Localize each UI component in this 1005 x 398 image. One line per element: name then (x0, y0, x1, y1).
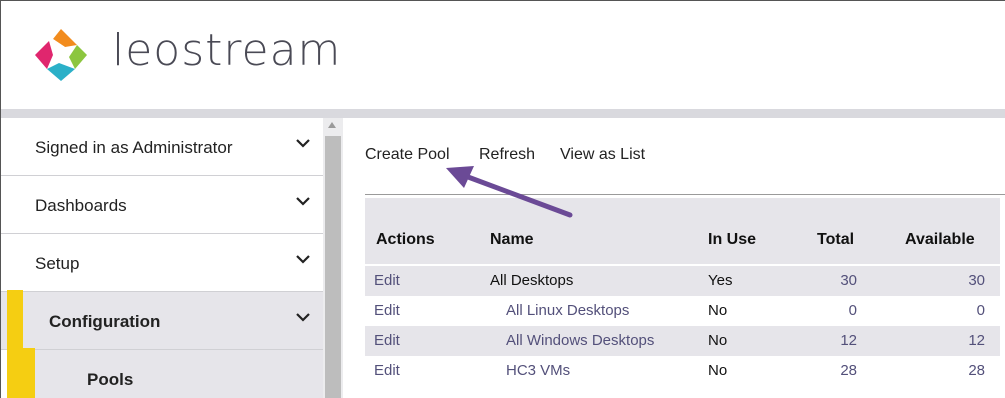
pool-name-link[interactable]: All Desktops (490, 272, 573, 289)
sidebar-item-pools[interactable]: Pools (35, 350, 323, 398)
sidebar-item-signed-in[interactable]: Signed in as Administrator (1, 118, 323, 176)
edit-link[interactable]: Edit (374, 302, 400, 319)
sidebar-item-label: Pools (87, 370, 134, 389)
active-section-indicator (7, 290, 23, 398)
sidebar-scrollbar[interactable] (323, 118, 343, 398)
annotation-arrow-icon (446, 166, 573, 218)
active-item-indicator (23, 348, 35, 398)
edit-link[interactable]: Edit (374, 362, 400, 379)
table-row: Edit All Windows Desktops No 12 12 (365, 326, 1000, 356)
table-row: Edit All Desktops Yes 30 30 (365, 266, 1000, 296)
pool-name-link[interactable]: HC3 VMs (506, 362, 570, 379)
sidebar-item-dashboards[interactable]: Dashboards (1, 176, 323, 234)
column-header-total[interactable]: Total (817, 231, 854, 249)
table-row: Edit All Linux Desktops No 0 0 (365, 296, 1000, 326)
chevron-down-icon (296, 197, 310, 206)
available-value: 28 (968, 362, 985, 379)
sidebar: Signed in as Administrator Dashboards Se… (1, 118, 323, 398)
column-header-name[interactable]: Name (490, 231, 534, 249)
scrollbar-thumb[interactable] (325, 136, 341, 398)
scroll-up-icon[interactable] (328, 122, 336, 128)
edit-link[interactable]: Edit (374, 272, 400, 289)
brand-name: leostream (112, 25, 342, 76)
sidebar-item-setup[interactable]: Setup (1, 234, 323, 292)
available-value: 30 (968, 272, 985, 289)
sidebar-item-label: Configuration (49, 312, 161, 331)
total-value: 0 (848, 302, 857, 319)
sidebar-item-configuration[interactable]: Configuration (1, 292, 323, 350)
in-use-value: No (708, 362, 728, 379)
column-header-available[interactable]: Available (905, 231, 975, 249)
sidebar-item-label: Signed in as Administrator (35, 138, 233, 157)
chevron-down-icon (296, 139, 310, 148)
sidebar-item-label: Dashboards (35, 196, 127, 215)
leostream-logo-icon (35, 29, 87, 81)
in-use-value: Yes (708, 272, 733, 289)
sidebar-item-label: Setup (35, 254, 80, 273)
edit-link[interactable]: Edit (374, 332, 400, 349)
total-value: 12 (840, 332, 857, 349)
column-header-actions[interactable]: Actions (376, 231, 435, 249)
table-row: Edit HC3 VMs No 28 28 (365, 356, 1000, 386)
in-use-value: No (708, 302, 728, 319)
header-divider (1, 109, 1005, 118)
in-use-value: No (708, 332, 728, 349)
pool-name-link[interactable]: All Windows Desktops (506, 332, 654, 349)
app-header: leostream (1, 1, 1005, 109)
total-value: 30 (840, 272, 857, 289)
available-value: 0 (976, 302, 985, 319)
column-header-in-use[interactable]: In Use (708, 231, 756, 249)
chevron-down-icon (296, 255, 310, 264)
available-value: 12 (968, 332, 985, 349)
chevron-down-icon (296, 313, 310, 322)
total-value: 28 (840, 362, 857, 379)
pool-name-link[interactable]: All Linux Desktops (506, 302, 629, 319)
